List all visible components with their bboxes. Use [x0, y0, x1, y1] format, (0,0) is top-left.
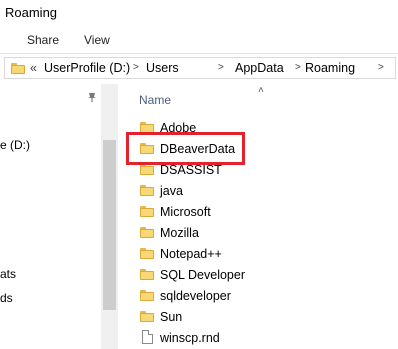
file-list: Adobe DBeaverData DSASSIST java Microsof…	[0, 0, 398, 349]
list-item[interactable]: java	[140, 181, 380, 201]
list-item[interactable]: Mozilla	[140, 223, 380, 243]
list-item[interactable]: sqldeveloper	[140, 286, 380, 306]
item-name: DSASSIST	[160, 163, 222, 177]
list-item[interactable]: SQL Developer	[140, 265, 380, 285]
item-name: Mozilla	[160, 226, 199, 240]
item-name: sqldeveloper	[160, 289, 231, 303]
item-name: Notepad++	[160, 247, 222, 261]
file-icon	[142, 330, 153, 344]
folder-icon	[140, 290, 154, 301]
folder-icon	[140, 269, 154, 280]
list-item[interactable]: Sun	[140, 307, 380, 327]
item-name: winscp.rnd	[160, 331, 220, 345]
folder-icon	[140, 248, 154, 259]
folder-icon	[140, 164, 154, 175]
list-item[interactable]: Microsoft	[140, 202, 380, 222]
item-name: Microsoft	[160, 205, 211, 219]
folder-icon	[140, 185, 154, 196]
folder-icon	[140, 206, 154, 217]
folder-icon	[140, 227, 154, 238]
list-item[interactable]: winscp.rnd	[140, 328, 380, 348]
item-name: Sun	[160, 310, 183, 324]
item-name: SQL Developer	[160, 268, 245, 282]
list-item[interactable]: Notepad++	[140, 244, 380, 264]
highlight-box	[126, 132, 245, 165]
folder-icon	[140, 311, 154, 322]
item-name: java	[160, 184, 183, 198]
